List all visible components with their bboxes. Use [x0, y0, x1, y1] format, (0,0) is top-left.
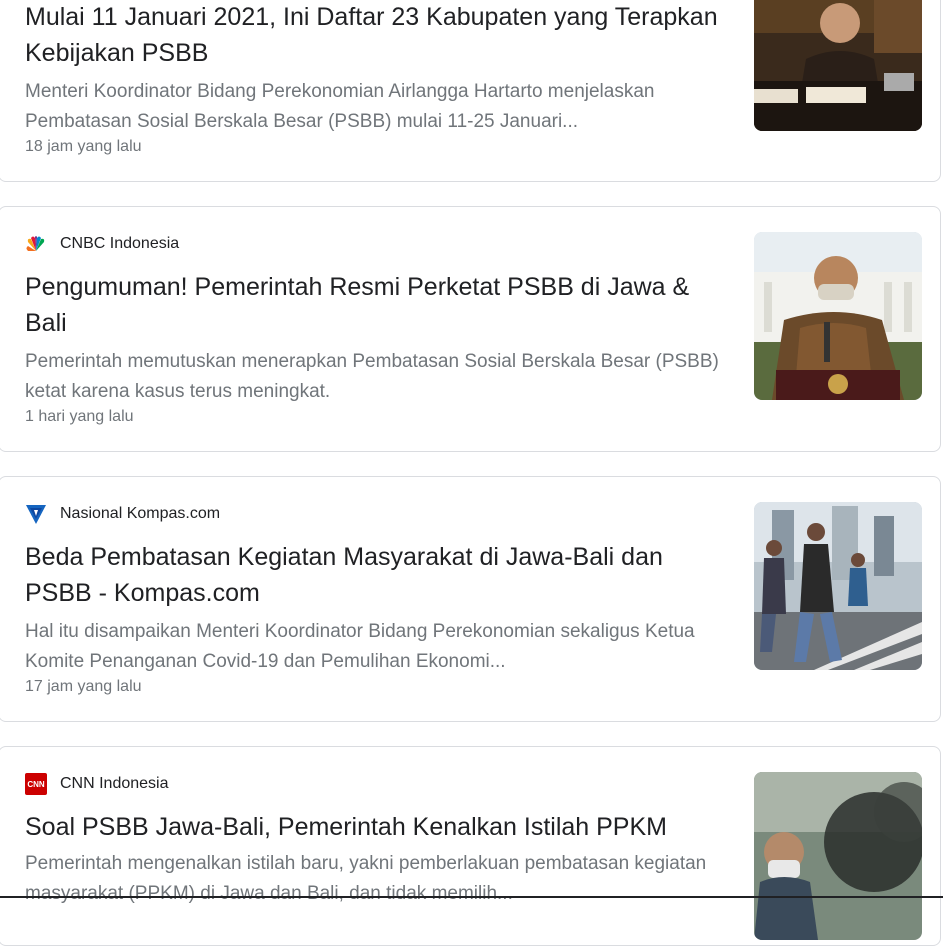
news-thumbnail[interactable] — [754, 772, 922, 940]
news-timestamp: 1 hari yang lalu — [25, 408, 134, 425]
news-snippet: Pemerintah memutuskan menerapkan Pembata… — [25, 351, 719, 402]
news-timestamp: 18 jam yang lalu — [25, 138, 142, 155]
cnn-icon: CNN — [25, 773, 47, 795]
news-snippet: Menteri Koordinator Bidang Perekonomian … — [25, 81, 655, 132]
svg-text:CNN: CNN — [27, 780, 45, 789]
news-card[interactable]: CNN CNN Indonesia Soal PSBB Jawa-Bali, P… — [0, 746, 941, 946]
news-snippet: Hal itu disampaikan Menteri Koordinator … — [25, 621, 695, 672]
news-thumbnail[interactable] — [754, 0, 922, 131]
news-source-name: CNBC Indonesia — [60, 235, 180, 252]
news-title[interactable]: Pengumuman! Pemerintah Resmi Perketat PS… — [25, 269, 725, 341]
news-snippet: Pemerintah mengenalkan istilah baru, yak… — [25, 853, 707, 904]
kompas-icon — [25, 503, 47, 525]
news-title[interactable]: Mulai 11 Januari 2021, Ini Daftar 23 Kab… — [25, 0, 725, 71]
news-title[interactable]: Beda Pembatasan Kegiatan Masyarakat di J… — [25, 539, 725, 611]
news-source[interactable]: CNBC Indonesia — [25, 233, 179, 255]
peacock-icon — [25, 233, 47, 255]
news-source-name: CNN Indonesia — [60, 775, 169, 792]
news-card[interactable]: CNBC Indonesia Pengumuman! Pemerintah Re… — [0, 206, 941, 452]
news-timestamp: 17 jam yang lalu — [25, 678, 142, 695]
news-card[interactable]: Nasional Kompas.com Beda Pembatasan Kegi… — [0, 476, 941, 722]
news-thumbnail[interactable] — [754, 232, 922, 400]
news-title[interactable]: Soal PSBB Jawa-Bali, Pemerintah Kenalkan… — [25, 809, 725, 845]
news-thumbnail[interactable] — [754, 502, 922, 670]
news-source-name: Nasional Kompas.com — [60, 505, 221, 522]
news-source[interactable]: CNN CNN Indonesia — [25, 773, 169, 795]
news-source[interactable]: Nasional Kompas.com — [25, 503, 220, 525]
news-card[interactable]: Mulai 11 Januari 2021, Ini Daftar 23 Kab… — [0, 0, 941, 182]
